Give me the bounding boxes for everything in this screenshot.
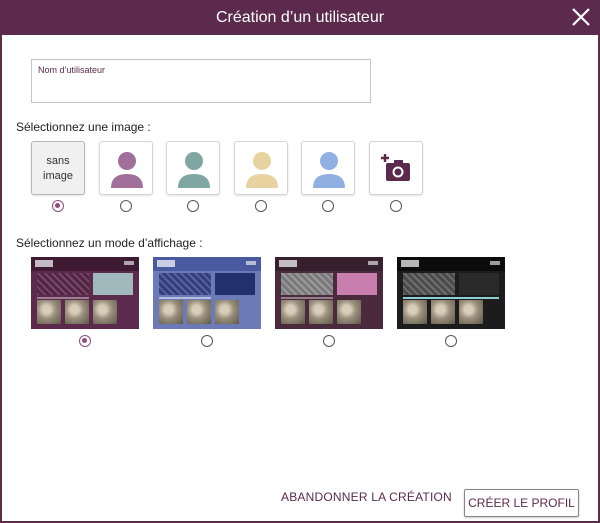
user-avatar-purple-icon bbox=[111, 152, 143, 188]
image-radio-blue[interactable] bbox=[322, 200, 334, 212]
image-radio-teal[interactable] bbox=[187, 200, 199, 212]
username-label: Nom d’utilisateur bbox=[38, 65, 106, 75]
no-image-label: sans image bbox=[32, 154, 84, 184]
image-option-purple[interactable] bbox=[99, 141, 153, 195]
theme-radio-aubergine[interactable] bbox=[79, 335, 91, 347]
image-option-none[interactable]: sans image bbox=[31, 141, 85, 195]
image-section-label: Sélectionnez une image : bbox=[16, 120, 151, 134]
image-radio-none[interactable] bbox=[52, 200, 64, 212]
image-radio-beige[interactable] bbox=[255, 200, 267, 212]
theme-preview-aubergine[interactable] bbox=[31, 257, 139, 329]
image-radio-purple[interactable] bbox=[120, 200, 132, 212]
image-option-upload[interactable] bbox=[369, 141, 423, 195]
dialog-title: Création d’un utilisateur bbox=[215, 9, 385, 26]
theme-preview-dark[interactable] bbox=[397, 257, 505, 329]
theme-radio-blue[interactable] bbox=[201, 335, 213, 347]
create-profile-button[interactable]: CRÉER LE PROFIL bbox=[464, 489, 579, 517]
username-field[interactable]: Nom d’utilisateur bbox=[31, 59, 371, 103]
username-input[interactable] bbox=[37, 78, 367, 100]
image-option-blue[interactable] bbox=[301, 141, 355, 195]
image-option-teal[interactable] bbox=[166, 141, 220, 195]
user-avatar-blue-icon bbox=[313, 152, 345, 188]
close-icon[interactable] bbox=[570, 6, 592, 28]
add-photo-icon bbox=[381, 154, 410, 181]
no-image-line2: image bbox=[43, 170, 73, 182]
display-section-label: Sélectionnez un mode d’affichage : bbox=[16, 236, 203, 250]
create-user-dialog: Création d’un utilisateur Nom d’utilisat… bbox=[0, 0, 600, 523]
theme-radio-rose[interactable] bbox=[323, 335, 335, 347]
user-avatar-beige-icon bbox=[246, 152, 278, 188]
theme-preview-blue[interactable] bbox=[153, 257, 261, 329]
theme-preview-rose[interactable] bbox=[275, 257, 383, 329]
user-avatar-teal-icon bbox=[178, 152, 210, 188]
dialog-titlebar: Création d’un utilisateur bbox=[2, 2, 598, 35]
cancel-creation-button[interactable]: ABANDONNER LA CRÉATION bbox=[281, 490, 452, 504]
theme-radio-dark[interactable] bbox=[445, 335, 457, 347]
image-option-beige[interactable] bbox=[234, 141, 288, 195]
image-radio-upload[interactable] bbox=[390, 200, 402, 212]
no-image-line1: sans bbox=[46, 155, 70, 167]
